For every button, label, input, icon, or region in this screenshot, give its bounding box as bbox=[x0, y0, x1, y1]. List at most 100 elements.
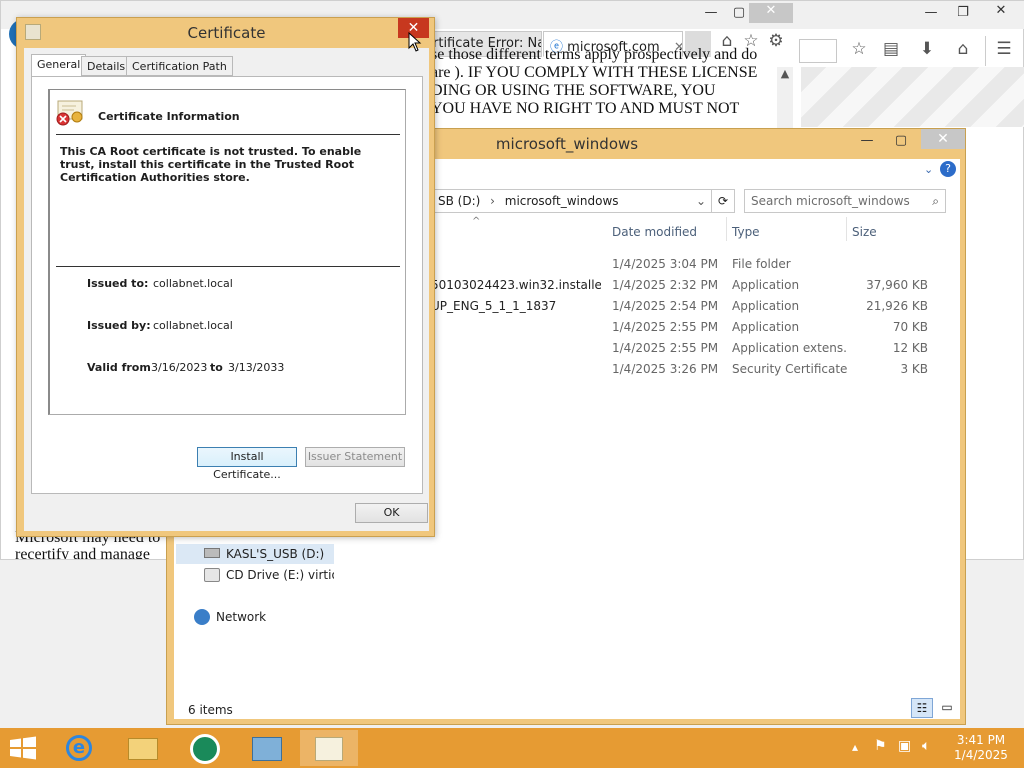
app-taskbar-button[interactable] bbox=[176, 730, 234, 766]
tab-panel: Certificate Information This CA Root cer… bbox=[31, 76, 423, 494]
action-center-flag-icon[interactable]: ⚑ bbox=[874, 738, 887, 754]
file-name: UP_ENG_5_1_1_1837 bbox=[431, 299, 557, 313]
table-row[interactable]: 1/4/2025 3:04 PM File folder bbox=[431, 255, 951, 275]
download-icon[interactable]: ⬇ bbox=[915, 39, 939, 59]
nav-item-label: CD Drive (E:) virtio-v bbox=[226, 568, 334, 582]
minimize-button[interactable]: — bbox=[701, 5, 721, 20]
divider bbox=[56, 134, 400, 135]
divider bbox=[56, 266, 400, 267]
valid-to-value: 3/13/2033 bbox=[228, 361, 285, 374]
file-date: 1/4/2025 2:55 PM bbox=[612, 341, 719, 355]
search-input[interactable] bbox=[799, 39, 837, 63]
file-type: Security Certificate bbox=[732, 362, 847, 376]
install-certificate-button[interactable]: Install Certificate... bbox=[197, 447, 297, 481]
column-date-modified[interactable]: Date modified bbox=[612, 225, 697, 239]
tab-details[interactable]: Details bbox=[81, 56, 132, 76]
certificate-dialog: Certificate ✕ General Details Certificat… bbox=[16, 17, 435, 537]
clock-time: 3:41 PM bbox=[956, 733, 1006, 747]
minimize-button[interactable]: — bbox=[857, 133, 877, 148]
ok-button[interactable]: OK bbox=[355, 503, 428, 523]
maximize-button[interactable]: ▢ bbox=[891, 133, 911, 148]
table-row[interactable]: 50103024423.win32.installer 1/4/2025 2:3… bbox=[431, 276, 951, 296]
network-status-icon[interactable]: ▣ bbox=[898, 738, 911, 754]
column-type[interactable]: Type bbox=[732, 225, 760, 239]
sort-arrow-icon: ^ bbox=[472, 216, 481, 227]
page-background-pattern bbox=[801, 67, 1024, 127]
menu-icon[interactable]: ☰ bbox=[991, 39, 1017, 59]
control-panel-taskbar-button[interactable] bbox=[238, 730, 296, 766]
dialog-body: General Details Certification Path Certi bbox=[24, 48, 429, 531]
breadcrumb-drive[interactable]: SB (D:) bbox=[438, 194, 480, 208]
toolbar-divider bbox=[985, 36, 986, 66]
file-date: 1/4/2025 2:55 PM bbox=[612, 320, 719, 334]
table-row[interactable]: l 1/4/2025 2:55 PM Application extens...… bbox=[431, 339, 951, 359]
tab-general[interactable]: General bbox=[31, 54, 87, 77]
details-view-icon[interactable]: ☷ bbox=[911, 698, 933, 718]
minimize-button[interactable]: — bbox=[921, 5, 941, 20]
close-button[interactable]: ✕ bbox=[749, 3, 793, 23]
close-button[interactable]: ✕ bbox=[979, 3, 1023, 23]
table-row[interactable]: 1/4/2025 3:26 PM Security Certificate 3 … bbox=[431, 360, 951, 380]
large-icons-view-icon[interactable]: ▭ bbox=[936, 698, 958, 718]
search-input[interactable]: Search microsoft_windows ⌕ bbox=[744, 189, 946, 213]
help-icon[interactable]: ? bbox=[940, 161, 956, 177]
address-bar[interactable]: SB (D:) › microsoft_windows ⌄ bbox=[431, 189, 713, 213]
page-line: recertify and manage bbox=[15, 546, 151, 559]
taskbar: e ▴ ⚑ ▣ 🔈︎ 3:41 PM 1/4/2025 bbox=[0, 728, 1024, 768]
file-type: Application bbox=[732, 278, 800, 292]
start-windows-icon[interactable] bbox=[8, 736, 38, 760]
chevron-down-icon[interactable]: ⌄ bbox=[696, 190, 706, 212]
file-name: l bbox=[431, 341, 601, 355]
file-size: 3 KB bbox=[900, 362, 928, 376]
file-date: 1/4/2025 3:04 PM bbox=[612, 257, 719, 271]
clock-date: 1/4/2025 bbox=[954, 748, 1008, 762]
scrollbar[interactable]: ▲ bbox=[777, 67, 793, 129]
page-line: se those different terms apply prospecti… bbox=[431, 46, 758, 63]
issued-by-value: collabnet.local bbox=[153, 319, 233, 332]
home-icon[interactable]: ⌂ bbox=[951, 39, 975, 59]
untrusted-certificate-icon bbox=[56, 100, 86, 126]
expand-ribbon-icon[interactable]: ⌄ bbox=[924, 163, 938, 176]
trust-warning: This CA Root certificate is not trusted.… bbox=[60, 145, 362, 184]
issued-to-label: Issued to: bbox=[87, 277, 149, 290]
network-icon bbox=[194, 609, 210, 625]
certificate-taskbar-button[interactable] bbox=[300, 730, 358, 766]
issuer-statement-button[interactable]: Issuer Statement bbox=[305, 447, 405, 467]
file-name: 50103024423.win32.installer bbox=[431, 278, 601, 292]
breadcrumb-separator-icon: › bbox=[490, 194, 495, 208]
breadcrumb-folder[interactable]: microsoft_windows bbox=[505, 194, 619, 208]
issued-to-value: collabnet.local bbox=[153, 277, 233, 290]
certificate-info-frame: Certificate Information This CA Root cer… bbox=[48, 89, 406, 415]
file-type: Application extens... bbox=[732, 341, 847, 355]
internet-explorer-taskbar-button[interactable]: e bbox=[50, 730, 108, 766]
scroll-up-icon[interactable]: ▲ bbox=[777, 67, 793, 80]
nav-item-cd-drive[interactable]: CD Drive (E:) virtio-v bbox=[176, 565, 334, 585]
usb-drive-icon bbox=[204, 548, 220, 558]
restore-button[interactable]: ❐ bbox=[953, 5, 973, 20]
valid-from-value: 3/16/2023 bbox=[151, 361, 208, 374]
nav-item-network[interactable]: Network bbox=[176, 607, 334, 627]
file-size: 21,926 KB bbox=[866, 299, 928, 313]
file-explorer-taskbar-button[interactable] bbox=[114, 730, 172, 766]
file-size: 12 KB bbox=[892, 341, 928, 355]
status-item-count: 6 items bbox=[188, 703, 233, 717]
nav-item-label: KASL'S_USB (D:) bbox=[226, 547, 325, 561]
folder-icon bbox=[128, 738, 158, 760]
star-icon[interactable]: ☆ bbox=[847, 39, 871, 59]
volume-muted-icon[interactable]: 🔈︎ bbox=[922, 738, 930, 754]
refresh-button[interactable]: ⟳ bbox=[711, 189, 735, 213]
tab-certification-path[interactable]: Certification Path bbox=[126, 56, 233, 76]
reading-list-icon[interactable]: ▤ bbox=[879, 39, 903, 59]
page-text: se those different terms apply prospecti… bbox=[431, 46, 771, 131]
clock[interactable]: 3:41 PM 1/4/2025 bbox=[952, 733, 1010, 763]
column-size[interactable]: Size bbox=[852, 225, 877, 239]
column-divider bbox=[726, 217, 727, 241]
show-hidden-icons-icon[interactable]: ▴ bbox=[852, 740, 858, 754]
certificate-icon bbox=[315, 737, 343, 761]
close-button[interactable]: ✕ bbox=[921, 129, 965, 149]
maximize-button[interactable]: ▢ bbox=[729, 5, 749, 20]
table-row[interactable]: 1/4/2025 2:55 PM Application 70 KB bbox=[431, 318, 951, 338]
table-row[interactable]: UP_ENG_5_1_1_1837 1/4/2025 2:54 PM Appli… bbox=[431, 297, 951, 317]
page-line: DING OR USING THE SOFTWARE, YOU bbox=[431, 82, 716, 99]
nav-item-usb-drive[interactable]: KASL'S_USB (D:) bbox=[176, 544, 334, 564]
